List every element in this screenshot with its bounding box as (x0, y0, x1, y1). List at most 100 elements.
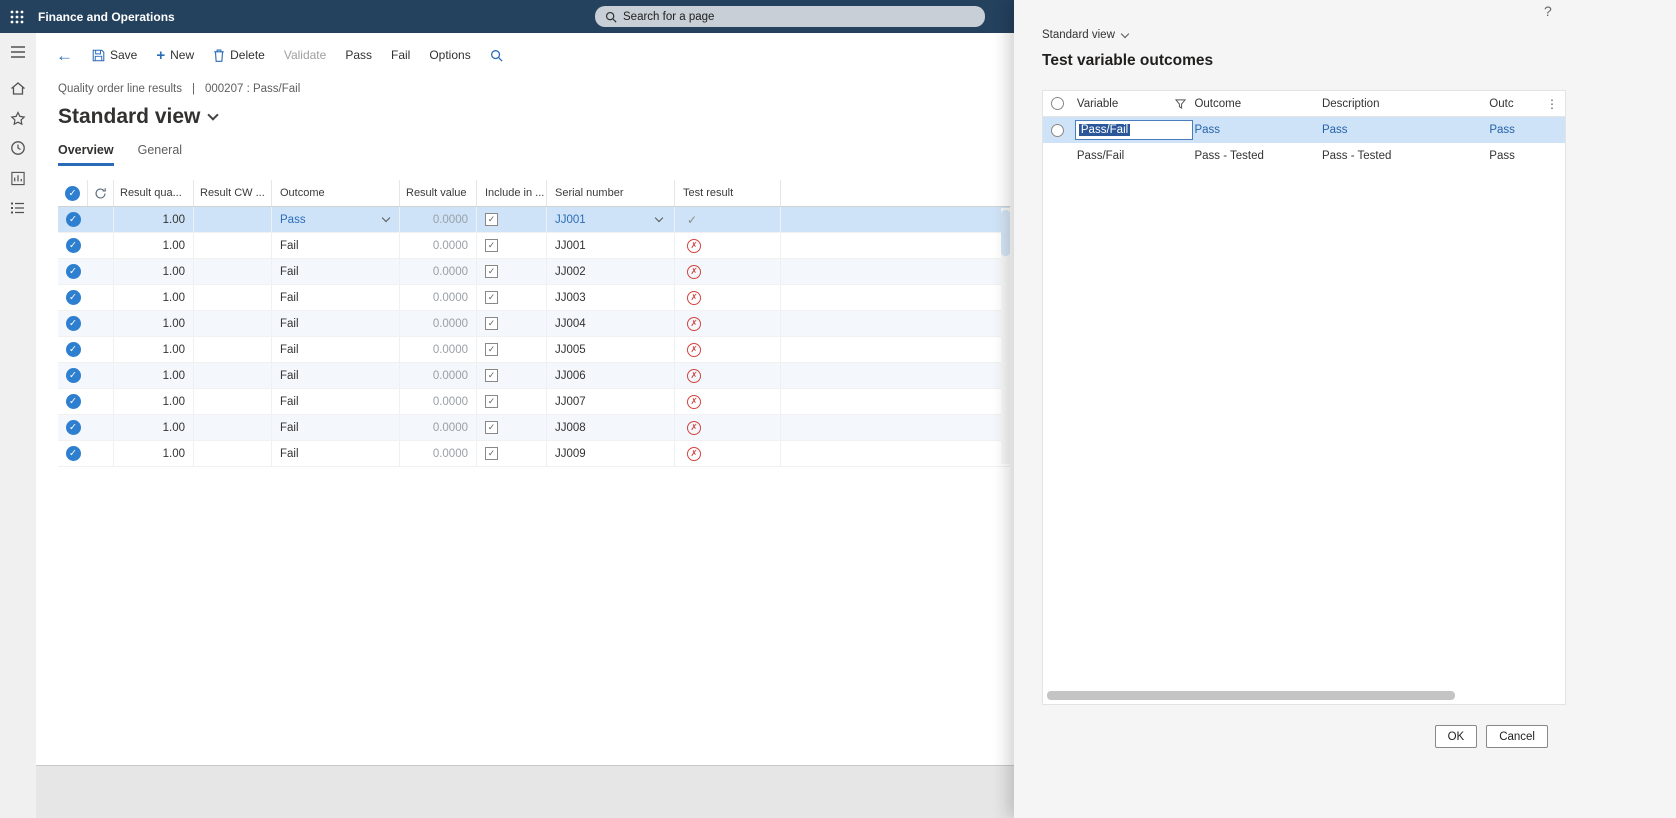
variable-cell[interactable]: Pass/Fail (1073, 143, 1195, 169)
result-value-cell[interactable]: 0.0000 (400, 259, 477, 284)
include-checkbox[interactable]: ✓ (485, 239, 498, 252)
back-button[interactable]: ← (56, 47, 73, 64)
recent-clock-icon[interactable] (0, 133, 36, 163)
include-checkbox[interactable]: ✓ (485, 447, 498, 460)
row-select-cell[interactable]: ✓ (58, 285, 88, 310)
favorites-star-icon[interactable] (0, 103, 36, 133)
serial-number-cell[interactable]: JJ007 (547, 389, 675, 414)
serial-number-cell[interactable]: JJ003 (547, 285, 675, 310)
table-row[interactable]: ✓ 1.00 Fail 0.0000 ✓ JJ004 ✗ (58, 311, 1010, 337)
include-checkbox[interactable]: ✓ (485, 317, 498, 330)
col-result-value[interactable]: Result value (400, 180, 477, 206)
row-select-cell[interactable]: ✓ (58, 363, 88, 388)
fail-button[interactable]: Fail (391, 48, 410, 62)
pass-button[interactable]: Pass (345, 48, 372, 62)
outcome-row[interactable]: Pass/Fail Pass - Tested Pass - Tested Pa… (1043, 143, 1565, 169)
result-cw-cell[interactable] (194, 415, 272, 440)
result-quantity-cell[interactable]: 1.00 (114, 285, 194, 310)
table-row[interactable]: ✓ 1.00 Fail 0.0000 ✓ JJ005 ✗ (58, 337, 1010, 363)
result-cw-cell[interactable] (194, 441, 272, 466)
row-select-cell[interactable]: ✓ (58, 259, 88, 284)
include-checkbox[interactable]: ✓ (485, 369, 498, 382)
serial-number-cell[interactable]: JJ005 (547, 337, 675, 362)
result-cw-cell[interactable] (194, 389, 272, 414)
scrollbar-thumb[interactable] (1047, 691, 1455, 700)
row-select-cell[interactable]: ✓ (58, 233, 88, 258)
outcome-cell[interactable]: Fail (272, 415, 400, 440)
result-quantity-cell[interactable]: 1.00 (114, 337, 194, 362)
outcome-row[interactable]: Pass/Fail Pass Pass Pass (1043, 117, 1565, 143)
outc-cell[interactable]: Pass (1489, 117, 1539, 143)
table-row[interactable]: ✓ 1.00 Fail 0.0000 ✓ JJ009 ✗ (58, 441, 1010, 467)
outcome-cell[interactable]: Fail (272, 441, 400, 466)
outcome-cell[interactable]: Fail (272, 363, 400, 388)
include-cell[interactable]: ✓ (477, 233, 547, 258)
outcome-cell[interactable]: Pass (1194, 117, 1322, 143)
result-cw-cell[interactable] (194, 285, 272, 310)
include-checkbox[interactable]: ✓ (485, 291, 498, 304)
include-cell[interactable]: ✓ (477, 337, 547, 362)
row-select-cell[interactable]: ✓ (58, 441, 88, 466)
outcome-cell[interactable]: Fail (272, 259, 400, 284)
result-quantity-cell[interactable]: 1.00 (114, 415, 194, 440)
include-cell[interactable]: ✓ (477, 363, 547, 388)
home-icon[interactable] (0, 73, 36, 103)
serial-number-cell[interactable]: JJ009 (547, 441, 675, 466)
col-variable[interactable]: Variable (1073, 91, 1195, 117)
result-cw-cell[interactable] (194, 363, 272, 388)
result-value-cell[interactable]: 0.0000 (400, 363, 477, 388)
col-outc[interactable]: Outc (1489, 91, 1539, 117)
outcome-cell[interactable]: Fail (272, 311, 400, 336)
panel-view-selector[interactable]: Standard view (1042, 29, 1130, 41)
row-select-cell[interactable]: ✓ (58, 337, 88, 362)
result-quantity-cell[interactable]: 1.00 (114, 311, 194, 336)
col-serial-number[interactable]: Serial number (547, 180, 675, 206)
col-result-quantity[interactable]: Result qua... (114, 180, 194, 206)
modules-list-icon[interactable] (0, 193, 36, 223)
serial-number-cell[interactable]: JJ006 (547, 363, 675, 388)
table-row[interactable]: ✓ 1.00 Fail 0.0000 ✓ JJ003 ✗ (58, 285, 1010, 311)
result-quantity-cell[interactable]: 1.00 (114, 363, 194, 388)
result-value-cell[interactable]: 0.0000 (400, 311, 477, 336)
save-button[interactable]: Save (92, 48, 137, 62)
include-cell[interactable]: ✓ (477, 415, 547, 440)
delete-button[interactable]: Delete (213, 48, 265, 62)
chevron-down-icon[interactable] (381, 213, 391, 223)
row-select-cell[interactable]: ✓ (58, 389, 88, 414)
outcome-cell[interactable]: Fail (272, 233, 400, 258)
result-value-cell[interactable]: 0.0000 (400, 441, 477, 466)
cancel-button[interactable]: Cancel (1486, 725, 1548, 748)
toolbar-search-button[interactable] (490, 49, 503, 62)
include-checkbox[interactable]: ✓ (485, 395, 498, 408)
scrollbar-thumb[interactable] (1001, 210, 1010, 256)
workspaces-icon[interactable] (0, 163, 36, 193)
outcome-cell[interactable]: Fail (272, 337, 400, 362)
serial-number-cell[interactable]: JJ008 (547, 415, 675, 440)
serial-number-cell[interactable]: JJ004 (547, 311, 675, 336)
include-cell[interactable]: ✓ (477, 207, 547, 232)
include-cell[interactable]: ✓ (477, 259, 547, 284)
result-cw-cell[interactable] (194, 233, 272, 258)
more-options-icon[interactable]: ⋮ (1539, 91, 1565, 117)
vertical-scrollbar[interactable] (1001, 208, 1010, 464)
result-value-cell[interactable]: 0.0000 (400, 415, 477, 440)
chevron-down-icon[interactable] (654, 213, 664, 223)
app-launcher-icon[interactable] (0, 10, 34, 24)
include-cell[interactable]: ✓ (477, 441, 547, 466)
outcome-cell[interactable]: Fail (272, 285, 400, 310)
table-row[interactable]: ✓ 1.00 Fail 0.0000 ✓ JJ002 ✗ (58, 259, 1010, 285)
result-quantity-cell[interactable]: 1.00 (114, 441, 194, 466)
col-description[interactable]: Description (1322, 91, 1489, 117)
outcome-cell[interactable]: Fail (272, 389, 400, 414)
row-select-cell[interactable]: ✓ (58, 207, 88, 232)
serial-number-cell[interactable]: JJ001 (547, 233, 675, 258)
page-search-box[interactable]: Search for a page (595, 6, 985, 27)
include-checkbox[interactable]: ✓ (485, 213, 498, 226)
result-cw-cell[interactable] (194, 207, 272, 232)
result-value-cell[interactable]: 0.0000 (400, 233, 477, 258)
row-radio-cell[interactable] (1043, 117, 1073, 143)
filter-icon[interactable] (1175, 98, 1187, 109)
col-outcome[interactable]: Outcome (1194, 91, 1322, 117)
include-checkbox[interactable]: ✓ (485, 421, 498, 434)
select-all-cell[interactable]: ✓ (58, 180, 88, 206)
